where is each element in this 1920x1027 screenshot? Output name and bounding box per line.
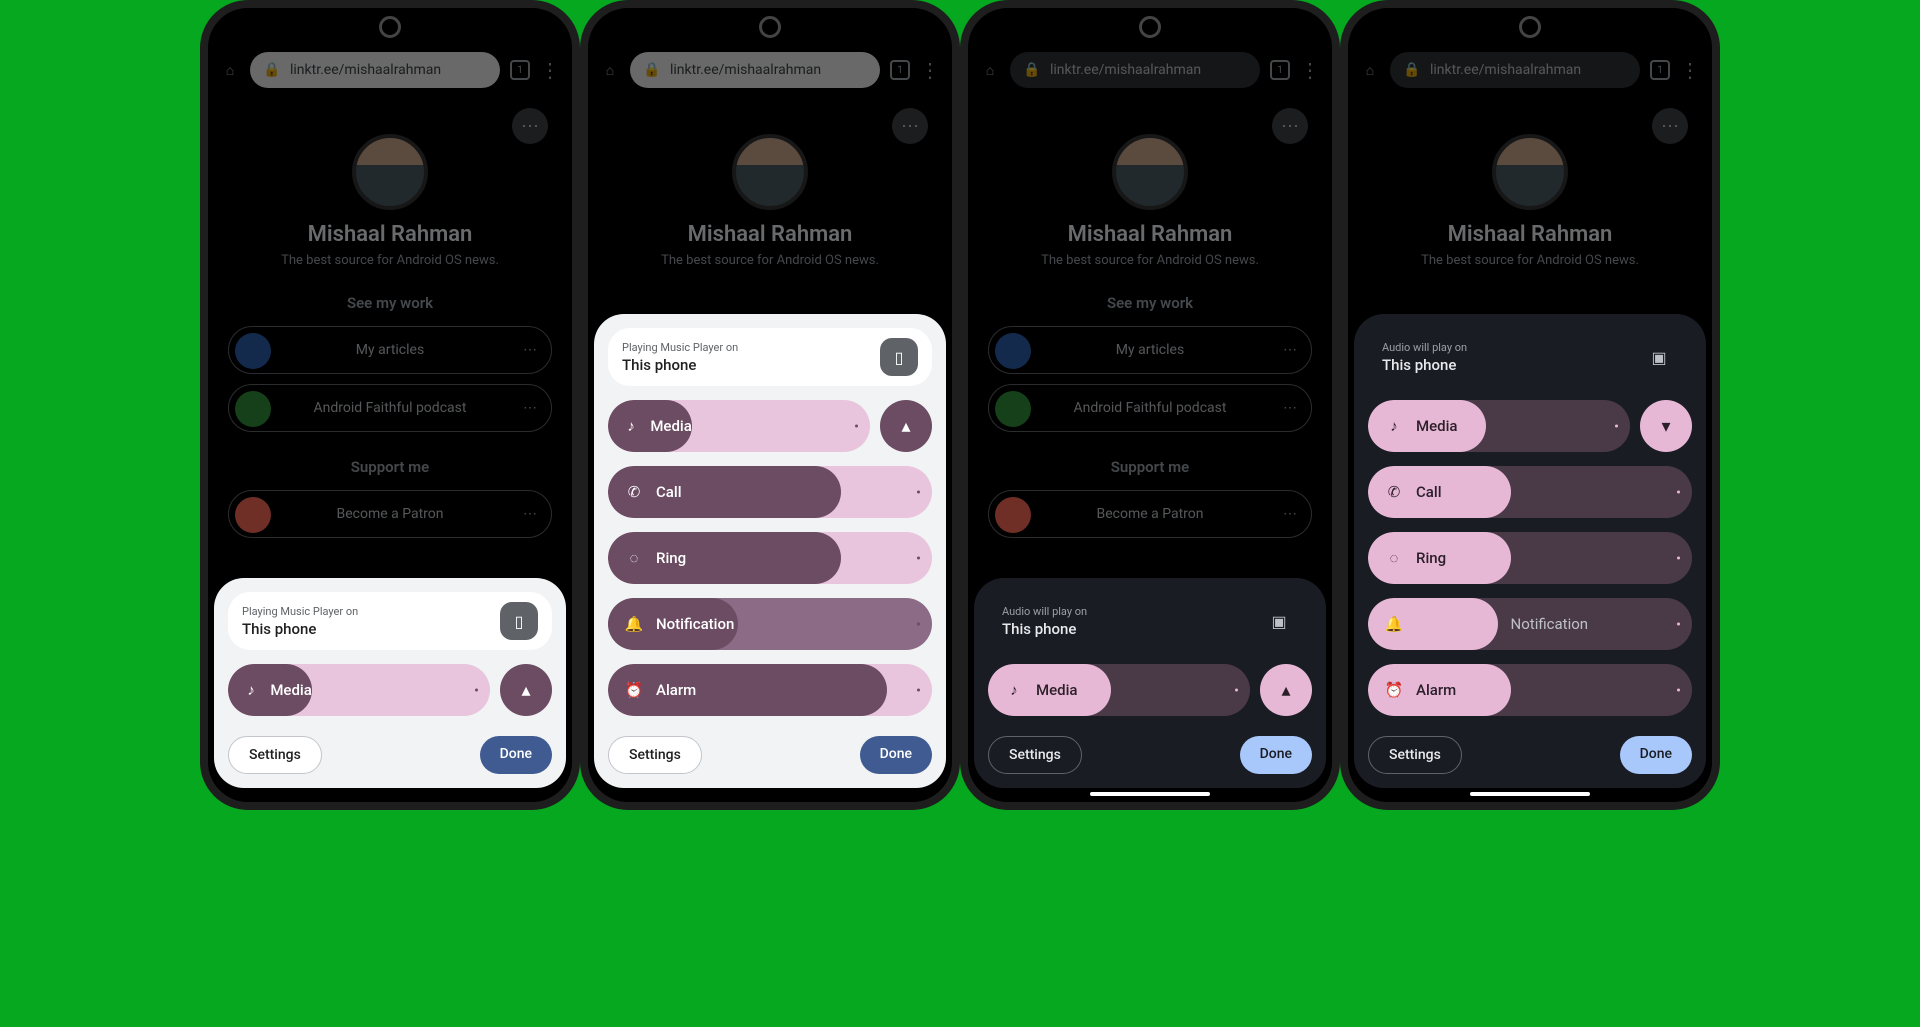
volume-subtitle: Playing Music Player on — [622, 341, 738, 354]
volume-panel-expanded: Playing Music Player on This phone ▯ ♪ Me… — [594, 314, 946, 788]
notification-volume-slider[interactable]: 🔔 Notification — [608, 598, 932, 650]
volume-subtitle: Audio will play on — [1382, 341, 1467, 354]
volume-subtitle: Audio will play on — [1002, 605, 1087, 618]
phone-frame-3: ⌂ 🔒 linktr.ee/mishaalrahman 1 ⋮ ⋯ Mishaa… — [960, 0, 1340, 810]
slider-label: Ring — [656, 549, 686, 567]
settings-button[interactable]: Settings — [608, 736, 702, 774]
volume-panel: Audio will play on This phone ▣ ♪ Media ▴… — [974, 578, 1326, 788]
phone-icon: ▯ — [889, 347, 909, 367]
chevron-down-icon: ▾ — [1656, 416, 1676, 436]
music-note-icon: ♪ — [624, 416, 638, 436]
media-volume-slider[interactable]: ♪ Media — [228, 664, 490, 716]
volume-header: Playing Music Player on This phone ▯ — [228, 592, 552, 650]
collapse-button[interactable]: ▴ — [880, 400, 932, 452]
ring-volume-slider[interactable]: ◌ Ring — [608, 532, 932, 584]
slider-label: Media — [1036, 681, 1078, 699]
settings-button[interactable]: Settings — [228, 736, 322, 774]
bell-icon: 🔔 — [624, 614, 644, 634]
music-note-icon: ♪ — [1004, 680, 1024, 700]
chevron-up-icon: ▴ — [516, 680, 536, 700]
ring-volume-icon: ◌ — [1384, 548, 1404, 568]
slider-label: Media — [1416, 417, 1458, 435]
gesture-bar — [1470, 792, 1590, 796]
phone-frame-4: ⌂ 🔒 linktr.ee/mishaalrahman 1 ⋮ ⋯ Mishaa… — [1340, 0, 1720, 810]
chevron-up-icon: ▴ — [896, 416, 916, 436]
media-volume-slider[interactable]: ♪ Media — [1368, 400, 1630, 452]
volume-device: This phone — [242, 620, 358, 638]
ring-volume-icon: ◌ — [624, 548, 644, 568]
alarm-volume-slider[interactable]: ⏰ Alarm — [608, 664, 932, 716]
camera-notch — [759, 16, 781, 38]
slider-label: Call — [1416, 483, 1442, 501]
slider-label: Alarm — [1416, 681, 1456, 699]
done-button[interactable]: Done — [1240, 736, 1312, 774]
alarm-volume-slider[interactable]: ⏰ Alarm — [1368, 664, 1692, 716]
slider-label: Alarm — [656, 681, 696, 699]
expand-button[interactable]: ▴ — [1260, 664, 1312, 716]
media-volume-slider[interactable]: ♪ Media — [608, 400, 870, 452]
call-volume-slider[interactable]: ✆ Call — [608, 466, 932, 518]
volume-panel: Playing Music Player on This phone ▯ ♪ M… — [214, 578, 566, 788]
gesture-bar — [1090, 792, 1210, 796]
output-device-button[interactable]: ▣ — [1640, 338, 1678, 376]
expand-button[interactable]: ▴ — [500, 664, 552, 716]
gesture-bar — [710, 792, 830, 796]
output-device-button[interactable]: ▯ — [500, 602, 538, 640]
volume-device: This phone — [1382, 356, 1467, 374]
phone-frame-2: ⌂ 🔒 linktr.ee/mishaalrahman 1 ⋮ ⋯ Mishaa… — [580, 0, 960, 810]
camera-notch — [1519, 16, 1541, 38]
volume-header: Playing Music Player on This phone ▯ — [608, 328, 932, 386]
volume-device: This phone — [1002, 620, 1087, 638]
phone-icon: ▯ — [509, 611, 529, 631]
chevron-up-icon: ▴ — [1276, 680, 1296, 700]
volume-header: Audio will play on This phone ▣ — [1368, 328, 1692, 386]
camera-notch — [379, 16, 401, 38]
music-note-icon: ♪ — [1384, 416, 1404, 436]
phone-frame-1: ⌂ 🔒 linktr.ee/mishaalrahman 1 ⋮ ⋯ Mishaa… — [200, 0, 580, 810]
slider-label: Call — [656, 483, 682, 501]
collapse-button[interactable]: ▾ — [1640, 400, 1692, 452]
slider-label: Media — [650, 417, 692, 435]
settings-button[interactable]: Settings — [988, 736, 1082, 774]
alarm-icon: ⏰ — [1384, 680, 1404, 700]
phone-icon: ✆ — [624, 482, 644, 502]
done-button[interactable]: Done — [480, 736, 552, 774]
ring-volume-slider[interactable]: ◌ Ring — [1368, 532, 1692, 584]
output-device-button[interactable]: ▣ — [1260, 602, 1298, 640]
call-volume-slider[interactable]: ✆ Call — [1368, 466, 1692, 518]
gesture-bar — [330, 792, 450, 796]
slider-label: Notification — [656, 615, 734, 633]
phone-icon: ✆ — [1384, 482, 1404, 502]
bell-icon: 🔔 — [1384, 614, 1404, 634]
cast-audio-icon: ▣ — [1649, 347, 1669, 367]
volume-subtitle: Playing Music Player on — [242, 605, 358, 618]
alarm-icon: ⏰ — [624, 680, 644, 700]
music-note-icon: ♪ — [244, 680, 258, 700]
cast-audio-icon: ▣ — [1269, 611, 1289, 631]
volume-header: Audio will play on This phone ▣ — [988, 592, 1312, 650]
slider-label: Ring — [1416, 549, 1446, 567]
done-button[interactable]: Done — [860, 736, 932, 774]
done-button[interactable]: Done — [1620, 736, 1692, 774]
output-device-button[interactable]: ▯ — [880, 338, 918, 376]
notification-volume-slider[interactable]: 🔔 Notification — [1368, 598, 1692, 650]
media-volume-slider[interactable]: ♪ Media — [988, 664, 1250, 716]
volume-device: This phone — [622, 356, 738, 374]
settings-button[interactable]: Settings — [1368, 736, 1462, 774]
slider-label: Media — [270, 681, 312, 699]
volume-panel-expanded: Audio will play on This phone ▣ ♪ Media ▾… — [1354, 314, 1706, 788]
slider-label: Notification — [1511, 615, 1589, 633]
camera-notch — [1139, 16, 1161, 38]
